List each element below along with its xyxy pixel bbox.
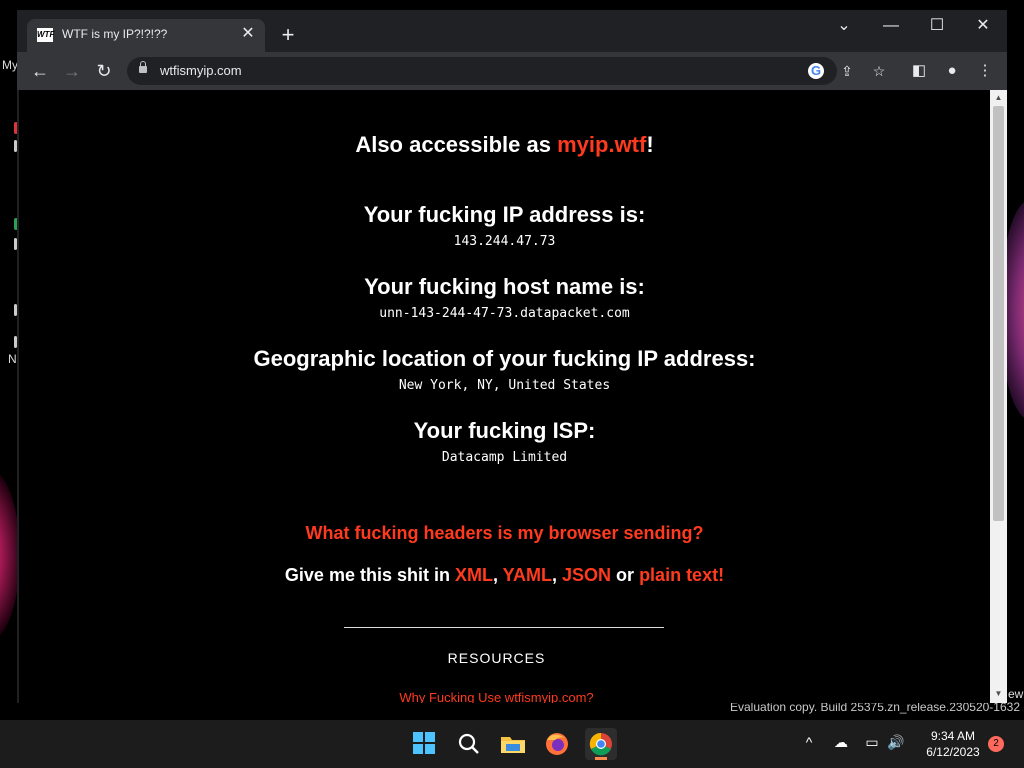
profile-icon[interactable]: ● <box>940 59 964 83</box>
forward-arrow-icon[interactable]: → <box>59 58 85 84</box>
notification-badge[interactable]: 2 <box>988 736 1004 752</box>
json-link[interactable]: JSON <box>562 565 611 585</box>
url-text[interactable]: wtfismyip.com <box>160 63 242 78</box>
new-tab-icon[interactable]: + <box>277 24 299 46</box>
desktop-icon-label-fragment: N <box>8 352 17 366</box>
show-hidden-icons-chevron-icon[interactable]: ^ <box>799 734 819 750</box>
bookmark-star-icon[interactable]: ☆ <box>869 61 889 81</box>
taskbar: ^ ☁ ▭ 🔊 9:34 AM 6/12/2023 2 <box>0 720 1024 768</box>
page-viewport: Also accessible as myip.wtf! Your fuckin… <box>19 90 990 703</box>
onedrive-offline-icon[interactable]: ☁ <box>831 734 851 751</box>
browser-toolbar: ← → ↻ wtfismyip.com G ⇪ ☆ ◧ ● ⋮ <box>17 52 1007 90</box>
address-bar[interactable]: wtfismyip.com G ⇪ ☆ <box>127 57 885 85</box>
tab-close-icon[interactable]: ✕ <box>239 25 257 43</box>
scroll-thumb[interactable] <box>993 106 1004 521</box>
system-clock[interactable]: 9:34 AM 6/12/2023 <box>918 728 988 760</box>
myip-wtf-link[interactable]: myip.wtf <box>557 132 646 157</box>
network-icon[interactable]: ▭ <box>862 734 882 751</box>
google-icon[interactable]: G <box>808 63 824 79</box>
search-icon[interactable] <box>453 728 485 760</box>
chrome-icon[interactable] <box>585 728 617 760</box>
divider <box>344 627 664 628</box>
back-arrow-icon[interactable]: ← <box>27 58 53 84</box>
firefox-icon[interactable] <box>541 728 573 760</box>
plain-text-link[interactable]: plain text! <box>639 565 724 585</box>
formats-prefix: Give me this shit in <box>284 565 455 585</box>
also-accessible-heading: Also accessible as myip.wtf! <box>19 132 990 158</box>
also-prefix: Also accessible as <box>355 132 558 157</box>
headers-link[interactable]: What fucking headers is my browser sendi… <box>19 523 990 544</box>
menu-kebab-icon[interactable]: ⋮ <box>973 59 997 83</box>
isp-value: Datacamp Limited <box>441 450 568 465</box>
formats-line: Give me this shit in XML, YAML, JSON or … <box>284 565 725 585</box>
scroll-down-arrow-icon[interactable]: ▼ <box>993 688 1004 700</box>
minimize-icon[interactable]: — <box>876 15 906 37</box>
clock-time: 9:34 AM <box>930 729 976 743</box>
start-windows-icon[interactable] <box>409 728 441 760</box>
ip-value: 143.244.47.73 <box>453 234 556 249</box>
site-favicon-icon: WTF <box>37 28 54 42</box>
lock-icon[interactable] <box>139 61 147 73</box>
tab-strip: WTF WTF is my IP?!?!?? ✕ + ⌄ — ☐ ✕ <box>17 10 1007 52</box>
isp-heading: Your fucking ISP: <box>413 418 596 443</box>
side-panel-icon[interactable]: ◧ <box>907 59 931 83</box>
ip-heading: Your fucking IP address is: <box>363 202 646 227</box>
yaml-link[interactable]: YAML <box>503 565 552 585</box>
reload-icon[interactable]: ↻ <box>91 58 117 84</box>
file-explorer-icon[interactable] <box>497 728 529 760</box>
desktop-icon-label-fragment: ew <box>1008 687 1024 701</box>
close-window-icon[interactable]: ✕ <box>968 15 998 37</box>
formats-or: or <box>611 565 640 585</box>
resources-heading: RESOURCES <box>447 650 546 666</box>
volume-icon[interactable]: 🔊 <box>886 734 906 751</box>
tab-search-chevron-icon[interactable]: ⌄ <box>829 15 859 37</box>
page-scrollbar[interactable]: ▲ ▼ <box>990 90 1007 703</box>
share-icon[interactable]: ⇪ <box>837 61 857 81</box>
geo-heading: Geographic location of your fucking IP a… <box>253 346 756 371</box>
tab-title: WTF is my IP?!?!?? <box>62 27 168 41</box>
geo-value: New York, NY, United States <box>398 378 611 393</box>
browser-tab[interactable]: WTF WTF is my IP?!?!?? ✕ <box>27 19 265 52</box>
desktop-icon-label-fragment: My <box>2 58 18 72</box>
browser-window: WTF WTF is my IP?!?!?? ✕ + ⌄ — ☐ ✕ ← → ↻… <box>17 10 1007 703</box>
why-use-link[interactable]: Why Fucking Use wtfismyip.com? <box>19 690 974 703</box>
xml-link[interactable]: XML <box>455 565 493 585</box>
scroll-up-arrow-icon[interactable]: ▲ <box>993 92 1004 104</box>
also-suffix: ! <box>646 132 654 157</box>
host-heading: Your fucking host name is: <box>364 274 645 299</box>
host-value: unn-143-244-47-73.datapacket.com <box>379 306 630 321</box>
clock-date: 6/12/2023 <box>926 745 980 759</box>
maximize-icon[interactable]: ☐ <box>922 15 952 37</box>
